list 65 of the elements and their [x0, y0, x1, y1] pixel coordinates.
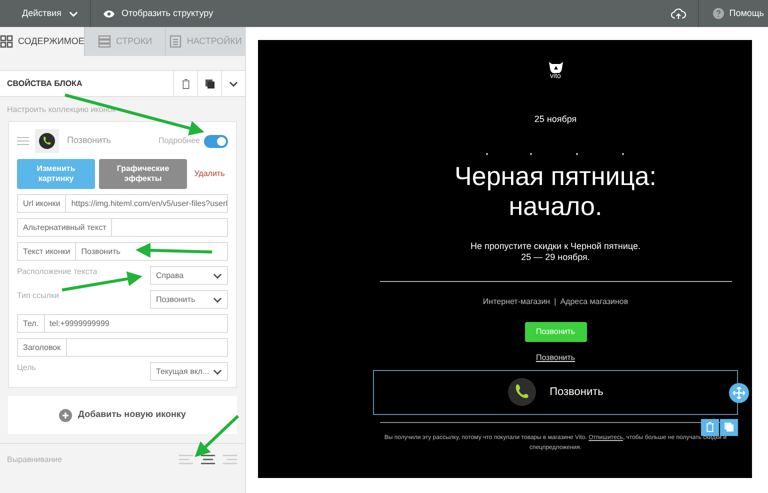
align-icon[interactable]	[200, 454, 216, 465]
rows-icon	[98, 35, 111, 48]
grid-icon	[0, 35, 13, 48]
text-field[interactable]: Текст иконки Позвонить	[17, 242, 228, 261]
logo-icon	[548, 62, 562, 73]
field-label: Тел.	[18, 315, 45, 332]
dropdown[interactable]: Справа	[150, 266, 228, 285]
copy-button[interactable]	[720, 418, 738, 436]
shop-link[interactable]: Адреса магазинов	[560, 296, 628, 308]
copy-icon	[204, 78, 214, 88]
delete-button[interactable]	[701, 418, 719, 436]
details-label: Подробнее	[158, 135, 200, 147]
chevron-down-icon	[213, 272, 222, 278]
phone-icon	[508, 378, 536, 406]
field-label: Заголовок	[18, 339, 67, 356]
field-label: Расположение текста	[17, 266, 98, 278]
help-button[interactable]: Помощь	[699, 0, 768, 27]
plus-circle-icon	[59, 408, 72, 422]
icon-name: Позвонить	[67, 134, 112, 148]
email-date: 25 ноября	[534, 113, 577, 126]
field-label: Тип ссылки	[17, 290, 59, 302]
drag-handle-icon[interactable]	[17, 137, 29, 145]
block-title: СВОЙСТВА БЛОКА	[6, 78, 84, 90]
field-label: Альтернативный текст	[18, 219, 112, 236]
delete-link[interactable]: Удалить	[191, 168, 228, 180]
field-label: Текст иконки	[18, 243, 76, 260]
shop-link[interactable]: Интернет-магазин	[482, 296, 550, 308]
field-label: Url иконки	[18, 195, 66, 212]
phone-icon	[39, 133, 55, 149]
icon-block-text: Позвонить	[550, 384, 604, 400]
dropdown[interactable]: Текущая вкл...	[150, 362, 228, 381]
add-icon-button[interactable]: Добавить новую иконку	[8, 396, 237, 434]
field-label: Цель	[17, 362, 36, 374]
move-handle[interactable]	[729, 382, 749, 402]
field-value: https://img.hiteml.com/en/v5/user-files?userI	[70, 198, 227, 210]
headline: Черная пятница:	[454, 160, 656, 190]
move-icon	[733, 386, 745, 398]
chevron-down-icon	[213, 368, 222, 374]
document-icon	[168, 35, 182, 48]
headline: начало.	[508, 190, 602, 220]
field-value: Позвонить	[80, 246, 122, 258]
call-link[interactable]: Позвонить	[536, 352, 576, 364]
copy-icon	[724, 422, 734, 432]
text-field[interactable]: Заголовок	[17, 338, 228, 357]
trash-icon	[182, 78, 190, 88]
chevron-down-icon	[229, 80, 238, 86]
text-field[interactable]: Тел. tel:+9999999999	[17, 314, 228, 333]
text-field[interactable]: Альтернативный текст	[17, 218, 228, 237]
details-toggle[interactable]	[204, 134, 228, 148]
subtitle: Не пропустите скидки к Черной пятнице.	[470, 240, 640, 252]
text-field[interactable]: Url иконки https://img.hiteml.com/en/v5/user-files?userI	[17, 194, 228, 213]
help-icon	[713, 8, 724, 19]
link-separator: |	[554, 296, 556, 308]
show-structure-button[interactable]: Отобразить структуру	[91, 0, 226, 27]
effects-button[interactable]: Графические эффекты	[99, 159, 187, 189]
trash-icon	[706, 422, 714, 432]
annotation-arrow	[194, 414, 240, 458]
field-value: tel:+9999999999	[48, 318, 110, 330]
dropdown[interactable]: Позвонить	[150, 290, 228, 309]
eye-icon	[103, 10, 116, 18]
chevron-down-icon	[69, 10, 78, 16]
cloud-upload-icon	[671, 8, 686, 20]
chevron-down-icon	[213, 296, 222, 302]
alignment-label: Выравнивание	[7, 454, 64, 466]
subtitle: 25 — 29 ноября.	[521, 252, 590, 262]
